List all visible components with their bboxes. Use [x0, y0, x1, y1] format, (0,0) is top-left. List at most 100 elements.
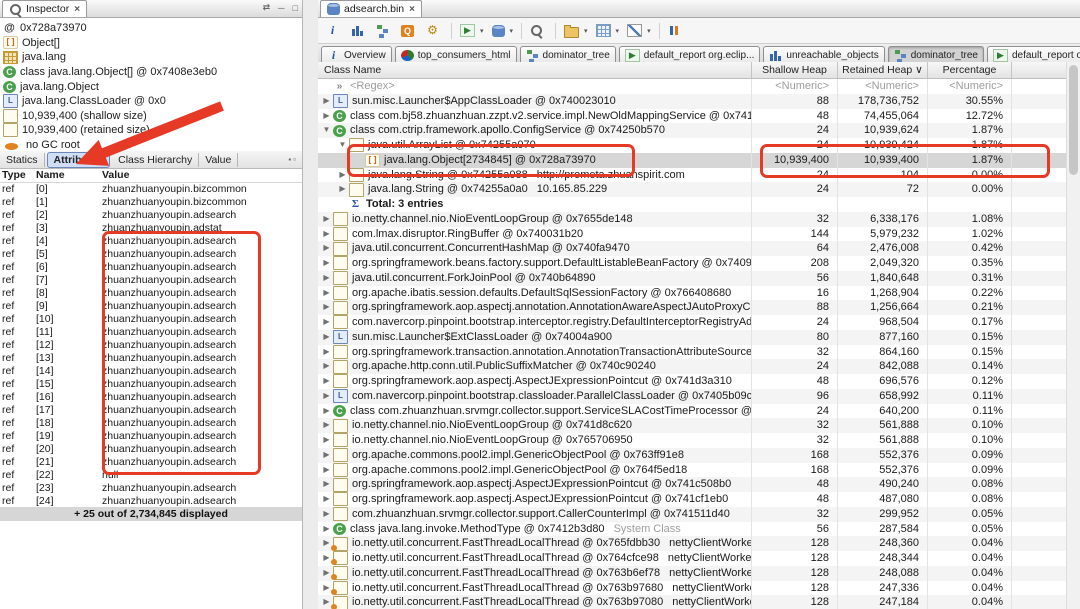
heap-row[interactable]: ▶org.apache.commons.pool2.impl.GenericOb… [318, 448, 1080, 463]
inspector-summary-row[interactable]: Ljava.lang.ClassLoader @ 0x0 [0, 94, 302, 109]
attribute-row[interactable]: ref[1]zhuanzhuanyoupin.bizcommon [0, 196, 302, 209]
column-header-percentage[interactable]: Percentage [928, 62, 1012, 78]
group-button[interactable]: ▾ [561, 22, 591, 40]
heap-row[interactable]: ▼java.util.ArrayList @ 0x74255a0702410,9… [318, 138, 1080, 153]
attribute-row[interactable]: ref[15]zhuanzhuanyoupin.adsearch [0, 378, 302, 391]
inspector-tab-attributes[interactable]: Attributes [47, 152, 111, 168]
heap-row[interactable]: ▶Cclass com.zhuanzhuan.srvmgr.collector.… [318, 404, 1080, 419]
heap-row[interactable]: ▶org.springframework.aop.aspectj.AspectJ… [318, 374, 1080, 389]
threads-button[interactable] [665, 22, 688, 39]
heap-row[interactable]: ▶com.zhuanzhuan.srvmgr.collector.support… [318, 507, 1080, 522]
expander-collapsed-icon[interactable]: ▶ [320, 227, 333, 242]
heap-row[interactable]: ▶Lsun.misc.Launcher$ExtClassLoader @ 0x7… [318, 330, 1080, 345]
attribute-row[interactable]: ref[18]zhuanzhuanyoupin.adsearch [0, 417, 302, 430]
expander-collapsed-icon[interactable]: ▶ [320, 492, 333, 507]
expander-collapsed-icon[interactable]: ▶ [336, 182, 349, 197]
expander-collapsed-icon[interactable]: ▶ [320, 389, 333, 404]
heap-row[interactable]: ▶java.util.concurrent.ForkJoinPool @ 0x7… [318, 271, 1080, 286]
column-header-class-name[interactable]: Class Name [318, 62, 752, 78]
heap-row[interactable]: ▶io.netty.channel.nio.NioEventLoopGroup … [318, 212, 1080, 227]
attribute-row[interactable]: ref[7]zhuanzhuanyoupin.adsearch [0, 274, 302, 287]
heap-row[interactable]: ▶com.lmax.disruptor.RingBuffer @ 0x74003… [318, 227, 1080, 242]
expander-collapsed-icon[interactable]: ▶ [320, 374, 333, 389]
inspector-summary-row[interactable]: @0x728a73970 [0, 21, 302, 36]
expander-collapsed-icon[interactable]: ▶ [336, 168, 349, 183]
attribute-row[interactable]: ref[12]zhuanzhuanyoupin.adsearch [0, 339, 302, 352]
attribute-row[interactable]: ref[6]zhuanzhuanyoupin.adsearch [0, 261, 302, 274]
expander-collapsed-icon[interactable]: ▶ [320, 418, 333, 433]
expander-collapsed-icon[interactable]: ▶ [320, 94, 333, 109]
attribute-row[interactable]: ref[4]zhuanzhuanyoupin.adsearch [0, 235, 302, 248]
search-button[interactable] [527, 22, 550, 39]
attribute-row[interactable]: ref[9]zhuanzhuanyoupin.adsearch [0, 300, 302, 313]
info-button[interactable]: i [323, 22, 346, 39]
panel-sash[interactable] [303, 0, 318, 609]
column-header-value[interactable]: Value [100, 168, 302, 182]
attribute-row[interactable]: ref[17]zhuanzhuanyoupin.adsearch [0, 404, 302, 417]
expander-collapsed-icon[interactable]: ▶ [320, 286, 333, 301]
attribute-row[interactable]: ref[5]zhuanzhuanyoupin.adsearch [0, 248, 302, 261]
expander-collapsed-icon[interactable]: ▶ [320, 359, 333, 374]
heap-row[interactable]: ▶com.navercorp.pinpoint.bootstrap.interc… [318, 315, 1080, 330]
expander-collapsed-icon[interactable]: ▶ [320, 330, 333, 345]
heap-row[interactable]: ▶Lsun.misc.Launcher$AppClassLoader @ 0x7… [318, 94, 1080, 109]
expander-collapsed-icon[interactable]: ▶ [320, 522, 333, 537]
attribute-row[interactable]: ref[11]zhuanzhuanyoupin.adsearch [0, 326, 302, 339]
inspector-tab-statics[interactable]: Statics [0, 153, 45, 167]
column-header-retained-heap[interactable]: Retained Heap ∨ [838, 62, 928, 78]
heap-row[interactable]: ▶org.apache.commons.pool2.impl.GenericOb… [318, 463, 1080, 478]
heap-row[interactable]: ΣTotal: 3 entries [318, 197, 1080, 212]
attribute-row[interactable]: ref[23]zhuanzhuanyoupin.adsearch [0, 482, 302, 495]
inspector-summary-row[interactable]: Cclass java.lang.Object[] @ 0x7408e3eb0 [0, 65, 302, 80]
expander-expanded-icon[interactable]: ▼ [320, 123, 333, 138]
expander-collapsed-icon[interactable]: ▶ [320, 256, 333, 271]
expander-collapsed-icon[interactable]: ▶ [320, 507, 333, 522]
heap-row[interactable]: ▶org.springframework.aop.aspectj.annotat… [318, 300, 1080, 315]
chart-button[interactable]: ▾ [624, 22, 654, 39]
expander-collapsed-icon[interactable]: ▶ [320, 315, 333, 330]
inspector-summary-row[interactable]: 10,939,400 (shallow size) [0, 109, 302, 124]
dominator-tree-button[interactable] [373, 22, 396, 39]
heap-row[interactable]: ▼Cclass com.ctrip.framework.apollo.Confi… [318, 123, 1080, 138]
attribute-row[interactable]: ref[10]zhuanzhuanyoupin.adsearch [0, 313, 302, 326]
inspector-summary-row[interactable]: 10,939,400 (retained size) [0, 123, 302, 138]
inspector-view-tab[interactable]: Inspector × [2, 0, 87, 17]
heap-row[interactable]: []java.lang.Object[2734845] @ 0x728a7397… [318, 153, 1080, 168]
heap-row[interactable]: ▶Lcom.navercorp.pinpoint.bootstrap.class… [318, 389, 1080, 404]
heap-row[interactable]: ▶org.apache.ibatis.session.defaults.Defa… [318, 286, 1080, 301]
attribute-row[interactable]: ref[22]null [0, 469, 302, 482]
heap-row[interactable]: ▶Cclass java.lang.invoke.MethodType @ 0x… [318, 522, 1080, 537]
expander-collapsed-icon[interactable]: ▶ [320, 300, 333, 315]
column-header-shallow-heap[interactable]: Shallow Heap [752, 62, 838, 78]
expander-collapsed-icon[interactable]: ▶ [320, 271, 333, 286]
heap-row[interactable]: ▶io.netty.util.concurrent.FastThreadLoca… [318, 581, 1080, 596]
heap-row[interactable]: »<Regex><Numeric><Numeric><Numeric> [318, 79, 1080, 94]
inspector-tab-value[interactable]: Value [199, 153, 238, 167]
heap-row[interactable]: ▶org.springframework.aop.aspectj.AspectJ… [318, 492, 1080, 507]
attribute-row[interactable]: ref[2]zhuanzhuanyoupin.adsearch [0, 209, 302, 222]
heap-row[interactable]: ▶Cclass com.bj58.zhuanzhuan.zzpt.v2.serv… [318, 109, 1080, 124]
gear-button[interactable]: ⚙ [423, 22, 446, 39]
heap-row[interactable]: ▶org.springframework.aop.aspectj.AspectJ… [318, 477, 1080, 492]
histogram-button[interactable] [348, 22, 371, 39]
attribute-row[interactable]: ref[16]zhuanzhuanyoupin.adsearch [0, 391, 302, 404]
column-header-name[interactable]: Name [34, 168, 100, 182]
expander-collapsed-icon[interactable]: ▶ [320, 404, 333, 419]
expander-collapsed-icon[interactable]: ▶ [320, 448, 333, 463]
expander-collapsed-icon[interactable]: ▶ [320, 345, 333, 360]
oql-button[interactable]: Q [398, 23, 421, 39]
heap-row[interactable]: ▶io.netty.util.concurrent.FastThreadLoca… [318, 536, 1080, 551]
close-icon[interactable]: × [409, 4, 415, 15]
heap-row[interactable]: ▶io.netty.util.concurrent.FastThreadLoca… [318, 551, 1080, 566]
column-header-type[interactable]: Type [0, 168, 34, 182]
scrollbar-thumb[interactable] [1069, 65, 1078, 175]
expander-collapsed-icon[interactable]: ▶ [320, 109, 333, 124]
heap-row[interactable]: ▶java.lang.String @ 0x74255a0a010.165.85… [318, 182, 1080, 197]
attribute-row[interactable]: ref[0]zhuanzhuanyoupin.bizcommon [0, 183, 302, 196]
vertical-scrollbar[interactable] [1066, 62, 1080, 609]
heap-row[interactable]: ▶org.springframework.beans.factory.suppo… [318, 256, 1080, 271]
heap-row[interactable]: ▶org.springframework.transaction.annotat… [318, 345, 1080, 360]
attribute-row[interactable]: ref[20]zhuanzhuanyoupin.adsearch [0, 443, 302, 456]
inspector-summary-row[interactable]: java.lang [0, 50, 302, 65]
expander-expanded-icon[interactable]: ▼ [336, 138, 349, 153]
